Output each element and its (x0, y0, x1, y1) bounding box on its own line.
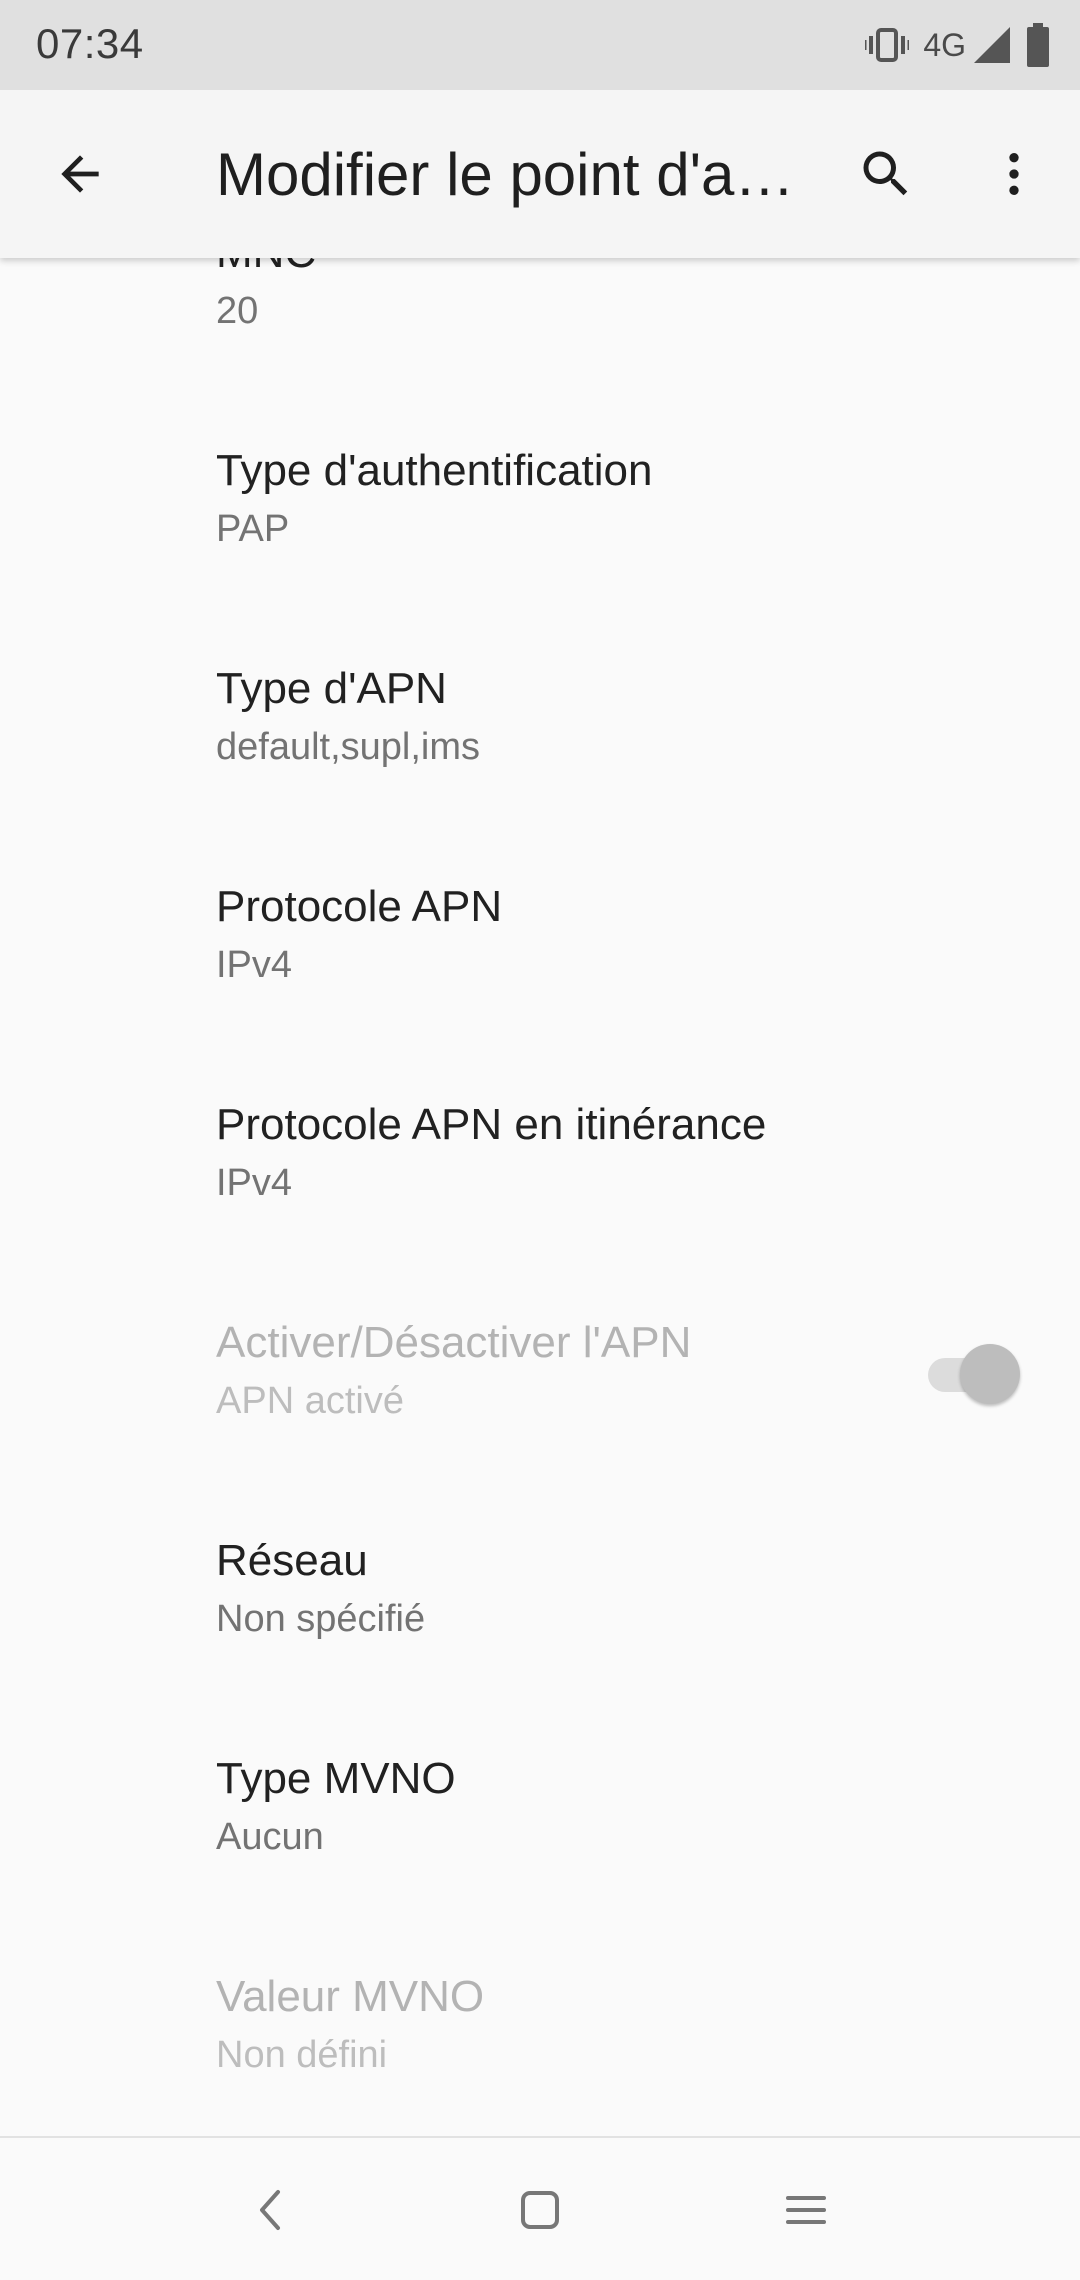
apn-editor-screen: 07:34 4G Modifier le point d'accès 20 Ty… (0, 0, 1080, 2280)
pref-summary: APN activé (216, 1380, 404, 1422)
pref-summary: Aucun (216, 1816, 324, 1858)
nav-recents-icon (786, 2196, 826, 2224)
arrow-back-icon (61, 155, 99, 193)
nav-home-button[interactable] (500, 2170, 580, 2250)
signal-icon (972, 25, 1012, 65)
switch-thumb (960, 1344, 1020, 1404)
pref-apn-protocol[interactable]: Protocole APN IPv4 (0, 840, 1080, 1058)
pref-title: Valeur MVNO (216, 1972, 485, 2021)
pref-mvno-value: Valeur MVNO Non défini (0, 1930, 1080, 2148)
pref-apn-enable: Activer/Désactiver l'APN APN activé (0, 1276, 1080, 1494)
pref-summary: IPv4 (216, 944, 293, 986)
pref-title: Type d'authentification (216, 446, 653, 495)
pref-summary: PAP (216, 508, 290, 550)
pref-bearer[interactable]: Réseau Non spécifié (0, 1494, 1080, 1712)
vibrate-icon (865, 25, 910, 65)
pref-title: Réseau (216, 1536, 368, 1585)
pref-summary: Non défini (216, 2034, 388, 2076)
pref-title: Protocole APN en itinérance (216, 1100, 767, 1149)
pref-summary: default,supl,ims (216, 726, 481, 768)
battery-icon (1026, 23, 1050, 67)
nav-recents-button[interactable] (766, 2170, 846, 2250)
search-button[interactable] (846, 134, 926, 214)
pref-title: Type d'APN (216, 664, 447, 713)
more-vert-icon (1009, 153, 1019, 195)
app-toolbar: Modifier le point d'accès (0, 90, 1080, 258)
status-bar: 07:34 4G (0, 0, 1080, 90)
system-nav-bar (0, 2136, 1080, 2280)
pref-summary: 20 (216, 290, 259, 332)
status-time: 07:34 (36, 20, 144, 67)
pref-auth-type[interactable]: Type d'authentification PAP (0, 404, 1080, 622)
nav-back-button[interactable] (230, 2170, 310, 2250)
status-icons: 4G (865, 22, 1050, 68)
network-type-label: 4G (923, 26, 966, 63)
back-button[interactable] (40, 134, 120, 214)
pref-summary: Non spécifié (216, 1598, 426, 1640)
page-title: Modifier le point d'accès (216, 141, 796, 208)
pref-summary: IPv4 (216, 1162, 293, 1204)
pref-title: Protocole APN (216, 882, 503, 931)
more-options-button[interactable] (974, 134, 1054, 214)
search-icon (863, 151, 908, 196)
pref-title: Type MVNO (216, 1754, 456, 1803)
nav-back-icon (260, 2190, 280, 2230)
nav-home-icon (521, 2191, 559, 2229)
pref-mvno-type[interactable]: Type MVNO Aucun (0, 1712, 1080, 1930)
pref-apn-roaming-protocol[interactable]: Protocole APN en itinérance IPv4 (0, 1058, 1080, 1276)
apn-enable-switch (924, 1342, 1024, 1406)
pref-title: Activer/Désactiver l'APN (216, 1318, 692, 1367)
pref-apn-type[interactable]: Type d'APN default,supl,ims (0, 622, 1080, 840)
